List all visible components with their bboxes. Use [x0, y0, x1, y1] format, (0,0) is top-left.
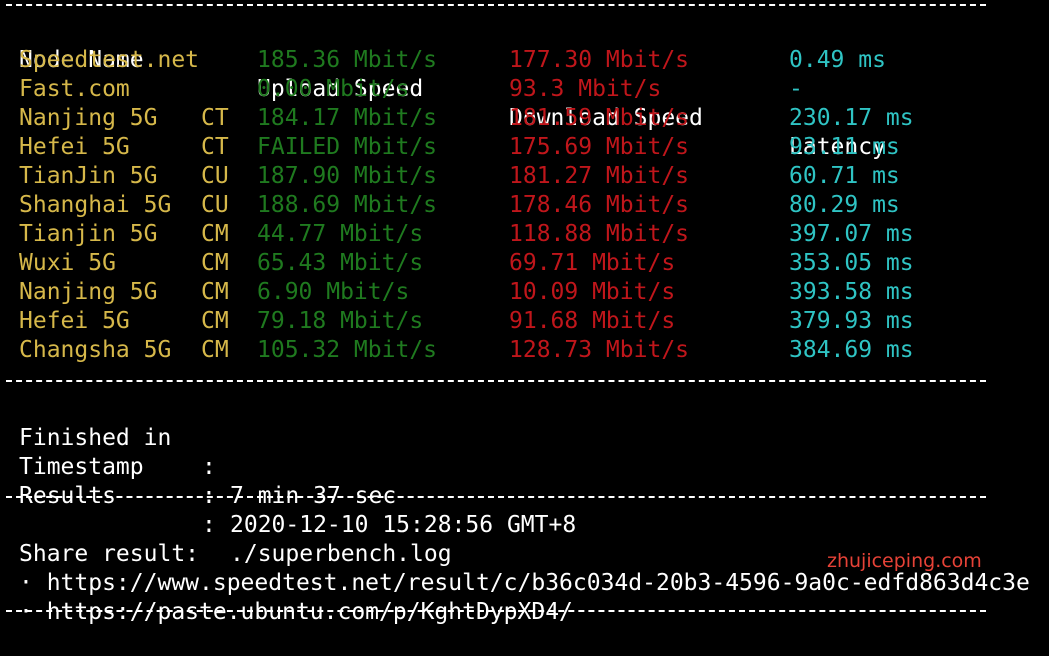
latency-cell: 230.17 ms: [789, 105, 914, 131]
upload-cell: 187.90 Mbit/s: [257, 163, 438, 189]
finished-colon: :: [202, 454, 216, 480]
table-header: Node Name Upload Speed Download Speed La…: [6, 17, 886, 160]
download-cell: 91.68 Mbit/s: [509, 308, 676, 334]
node-name-cell: Nanjing 5G: [19, 279, 158, 305]
share-link-speedtest[interactable]: · https://www.speedtest.net/result/c/b36…: [19, 569, 1030, 598]
latency-cell: 93.11 ms: [789, 134, 900, 160]
isp-cell: CU: [201, 163, 229, 189]
upload-cell: 184.17 Mbit/s: [257, 105, 438, 131]
latency-cell: 353.05 ms: [789, 250, 914, 276]
share-link-row-1: · https://www.speedtest.net/result/c/b36…: [6, 540, 1030, 596]
node-name-cell: Fast.com: [19, 76, 130, 102]
latency-cell: 393.58 ms: [789, 279, 914, 305]
download-cell: 118.88 Mbit/s: [509, 221, 690, 247]
upload-cell: 0.00 Mbit/s: [257, 76, 410, 102]
node-name-cell: Nanjing 5G: [19, 105, 158, 131]
download-cell: 10.09 Mbit/s: [509, 279, 676, 305]
latency-cell: 80.29 ms: [789, 192, 900, 218]
isp-cell: CT: [201, 105, 229, 131]
share-title-row: Share result:: [6, 511, 199, 567]
upload-cell: 65.43 Mbit/s: [257, 250, 424, 276]
latency-cell: 397.07 ms: [789, 221, 914, 247]
upload-cell: 44.77 Mbit/s: [257, 221, 424, 247]
info-results-row: Results : ./superbench.log: [6, 453, 452, 567]
results-colon: :: [202, 512, 216, 538]
results-value: ./superbench.log: [230, 541, 452, 567]
upload-cell: 188.69 Mbit/s: [257, 192, 438, 218]
upload-cell: 6.90 Mbit/s: [257, 279, 410, 305]
download-cell: 93.3 Mbit/s: [509, 76, 662, 102]
separator-top: [6, 4, 986, 6]
node-name-cell: Shanghai 5G: [19, 192, 172, 218]
isp-cell: CM: [201, 337, 229, 363]
node-name-cell: TianJin 5G: [19, 163, 158, 189]
separator-bottom: [6, 610, 986, 612]
upload-cell: FAILED Mbit/s: [257, 134, 438, 160]
download-cell: 181.59 Mbit/s: [509, 105, 690, 131]
watermark-text: zhujiceping.com: [827, 550, 982, 572]
latency-cell: 384.69 ms: [789, 337, 914, 363]
timestamp-value: 2020-12-10 15:28:56 GMT+8: [230, 512, 577, 538]
isp-cell: CM: [201, 308, 229, 334]
info-timestamp-row: Timestamp : 2020-12-10 15:28:56 GMT+8: [6, 424, 576, 538]
download-cell: 175.69 Mbit/s: [509, 134, 690, 160]
latency-cell: -: [789, 76, 803, 102]
node-name-cell: Speedtest.net: [19, 47, 200, 73]
isp-cell: CM: [201, 221, 229, 247]
node-name-cell: Changsha 5G: [19, 337, 172, 363]
isp-cell: CM: [201, 250, 229, 276]
separator-mid-2: [6, 496, 986, 498]
isp-cell: CU: [201, 192, 229, 218]
latency-cell: 379.93 ms: [789, 308, 914, 334]
download-cell: 69.71 Mbit/s: [509, 250, 676, 276]
node-name-cell: Hefei 5G: [19, 308, 130, 334]
isp-cell: CT: [201, 134, 229, 160]
node-name-cell: Tianjin 5G: [19, 221, 158, 247]
download-cell: 181.27 Mbit/s: [509, 163, 690, 189]
latency-cell: 0.49 ms: [789, 47, 886, 73]
upload-cell: 105.32 Mbit/s: [257, 337, 438, 363]
download-cell: 128.73 Mbit/s: [509, 337, 690, 363]
upload-cell: 79.18 Mbit/s: [257, 308, 424, 334]
download-cell: 178.46 Mbit/s: [509, 192, 690, 218]
share-link-paste[interactable]: · https://paste.ubuntu.com/p/KghtDypXD4/: [19, 598, 573, 627]
download-cell: 177.30 Mbit/s: [509, 47, 690, 73]
share-link-row-2: · https://paste.ubuntu.com/p/KghtDypXD4/: [6, 569, 573, 625]
separator-mid-1: [6, 380, 986, 382]
node-name-cell: Wuxi 5G: [19, 250, 116, 276]
isp-cell: CM: [201, 279, 229, 305]
upload-cell: 185.36 Mbit/s: [257, 47, 438, 73]
info-finished-row: Finished in : 7 min 37 sec: [6, 395, 396, 509]
terminal-window: Node Name Upload Speed Download Speed La…: [6, 0, 1049, 625]
latency-cell: 60.71 ms: [789, 163, 900, 189]
node-name-cell: Hefei 5G: [19, 134, 130, 160]
